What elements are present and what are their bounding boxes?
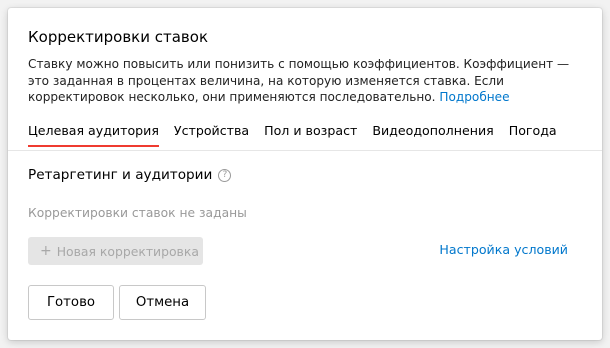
conditions-settings-link[interactable]: Настройка условий: [439, 241, 568, 259]
dialog-title: Корректировки ставок: [28, 28, 209, 46]
empty-adjustments-text: Корректировки ставок не заданы: [28, 206, 247, 220]
more-link[interactable]: Подробнее: [439, 90, 509, 104]
tab-video-extensions[interactable]: Видеодополнения: [372, 122, 493, 140]
tab-target-audience[interactable]: Целевая аудитория: [28, 122, 159, 147]
tabs-divider: [8, 150, 602, 151]
plus-icon: +: [40, 243, 52, 259]
tab-weather[interactable]: Погода: [509, 122, 557, 140]
tab-devices[interactable]: Устройства: [174, 122, 249, 140]
section-title: Ретаргетинг и аудитории ?: [28, 166, 232, 184]
tab-gender-age[interactable]: Пол и возраст: [264, 122, 357, 140]
section-title-text: Ретаргетинг и аудитории: [28, 167, 213, 183]
new-adjustment-button[interactable]: + Новая корректировка: [28, 237, 203, 265]
question-icon[interactable]: ?: [218, 168, 232, 182]
tab-bar: Целевая аудитория Устройства Пол и возра…: [28, 122, 557, 147]
dialog-description: Ставку можно повысить или понизить с пом…: [28, 56, 588, 106]
bid-adjustments-dialog: Корректировки ставок Ставку можно повыси…: [8, 8, 602, 340]
done-button[interactable]: Готово: [28, 285, 114, 320]
new-adjustment-label: Новая корректировка: [56, 243, 199, 259]
cancel-button[interactable]: Отмена: [119, 285, 206, 320]
